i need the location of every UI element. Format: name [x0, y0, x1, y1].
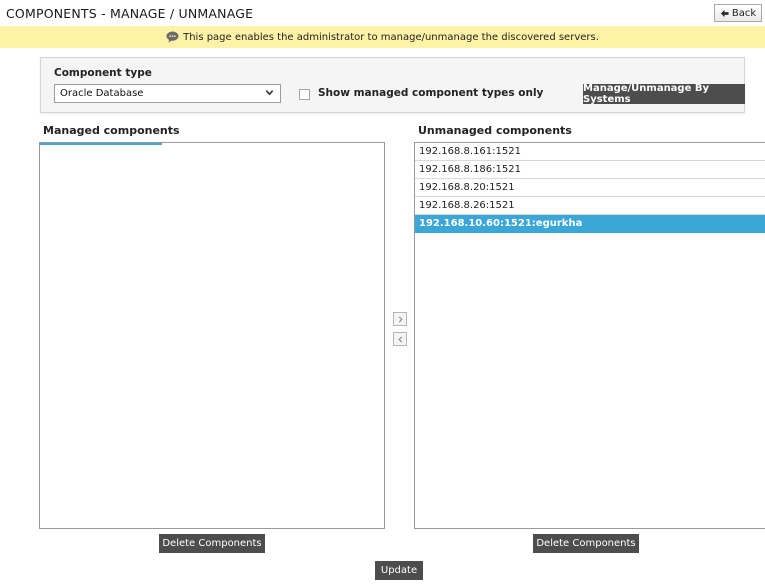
update-button[interactable]: Update: [375, 561, 423, 580]
info-bar: This page enables the administrator to m…: [0, 26, 765, 48]
back-arrow-icon: [720, 9, 729, 17]
speech-bubble-icon: [166, 31, 179, 43]
list-item[interactable]: 192.168.8.186:1521: [415, 161, 765, 179]
component-type-label: Component type: [54, 67, 152, 79]
manage-by-systems-button[interactable]: Manage/Unmanage By Systems: [583, 83, 745, 105]
list-item-selected[interactable]: 192.168.10.60:1521:egurkha: [415, 215, 765, 233]
chevron-right-icon: [398, 315, 403, 323]
delete-managed-components-button[interactable]: Delete Components: [159, 534, 265, 553]
managed-components-header: Managed components: [43, 124, 180, 137]
list-item[interactable]: 192.168.8.161:1521: [415, 143, 765, 161]
back-button[interactable]: Back: [714, 4, 762, 22]
managed-components-list[interactable]: [39, 142, 385, 529]
back-button-label: Back: [731, 7, 757, 19]
delete-unmanaged-components-button[interactable]: Delete Components: [533, 534, 639, 553]
unmanaged-components-header: Unmanaged components: [418, 124, 572, 137]
list-item[interactable]: 192.168.8.26:1521: [415, 197, 765, 215]
move-to-managed-button[interactable]: [393, 312, 407, 326]
info-message: This page enables the administrator to m…: [183, 31, 599, 43]
managed-list-accent: [40, 143, 162, 145]
chevron-down-icon: [265, 90, 274, 96]
list-item[interactable]: 192.168.8.20:1521: [415, 179, 765, 197]
filter-panel: Component type Oracle Database Show mana…: [40, 57, 745, 113]
unmanaged-components-list[interactable]: 192.168.8.161:1521 192.168.8.186:1521 19…: [414, 142, 765, 529]
show-managed-label: Show managed component types only: [318, 87, 544, 99]
chevron-left-icon: [397, 335, 402, 343]
component-type-select[interactable]: Oracle Database: [54, 84, 281, 103]
show-managed-checkbox[interactable]: [299, 89, 310, 100]
component-type-value: Oracle Database: [60, 88, 144, 99]
page-title: COMPONENTS - MANAGE / UNMANAGE: [6, 6, 254, 21]
move-to-unmanaged-button[interactable]: [393, 332, 407, 346]
